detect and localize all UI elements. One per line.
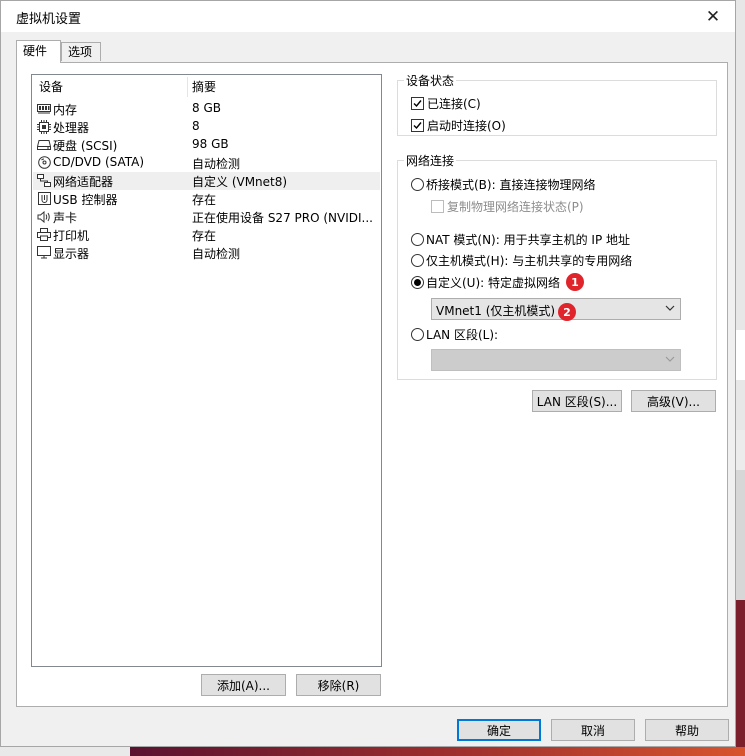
add-device-button[interactable]: 添加(A)...	[201, 674, 286, 696]
device-name: 内存	[53, 103, 78, 117]
device-name: USB 控制器	[53, 193, 118, 207]
device-summary: 自定义 (VMnet8)	[192, 175, 288, 189]
ok-button[interactable]: 确定	[457, 719, 541, 741]
annotation-badge-2: 2	[558, 303, 576, 321]
replicate-state-label: 复制物理网络连接状态(P)	[447, 199, 584, 214]
device-list[interactable]: 设备 摘要 内存 8 GB 处理器 8 硬盘 (SCSI) 98 GB CD/D…	[31, 74, 382, 667]
annotation-badge-1: 1	[566, 273, 584, 291]
lan-segment-label: LAN 区段(L):	[426, 327, 499, 342]
network-adapter-icon	[37, 174, 51, 187]
lan-segments-button[interactable]: LAN 区段(S)...	[532, 390, 622, 412]
display-icon	[37, 246, 51, 259]
device-name: 打印机	[53, 229, 90, 243]
tab-options-label: 选项	[68, 45, 93, 59]
processor-icon	[37, 119, 51, 134]
chevron-down-icon	[665, 302, 675, 317]
device-row-memory[interactable]: 内存 8 GB	[33, 100, 380, 118]
checkbox-box	[431, 199, 444, 213]
advanced-button[interactable]: 高级(V)...	[631, 390, 716, 412]
column-divider	[187, 77, 188, 97]
connect-at-power-on-label: 启动时连接(O)	[427, 118, 506, 133]
desktop-background-bottom	[130, 747, 745, 756]
radio-circle[interactable]	[411, 253, 424, 267]
bridged-radio[interactable]: 桥接模式(B): 直接连接物理网络	[411, 176, 595, 192]
device-summary: 存在	[192, 193, 217, 207]
radio-circle[interactable]	[411, 327, 424, 341]
radio-circle[interactable]	[411, 177, 424, 191]
printer-icon	[37, 228, 51, 241]
lan-segment-select	[431, 349, 681, 371]
tab-hardware-label: 硬件	[23, 44, 48, 58]
device-summary: 存在	[192, 229, 217, 243]
device-summary: 自动检测	[192, 157, 241, 171]
radio-circle[interactable]	[411, 275, 424, 289]
sound-icon	[37, 210, 51, 223]
lan-segment-radio[interactable]: LAN 区段(L):	[411, 326, 498, 342]
close-icon: ✕	[705, 6, 721, 27]
custom-radio[interactable]: 自定义(U): 特定虚拟网络	[411, 274, 560, 290]
connected-label: 已连接(C)	[427, 96, 481, 111]
hardware-tab-panel: 设备 摘要 内存 8 GB 处理器 8 硬盘 (SCSI) 98 GB CD/D…	[16, 62, 728, 707]
nat-radio[interactable]: NAT 模式(N): 用于共享主机的 IP 地址	[411, 231, 630, 247]
memory-icon	[37, 102, 51, 115]
device-row-hard-disk[interactable]: 硬盘 (SCSI) 98 GB	[33, 136, 380, 154]
column-header-device[interactable]: 设备	[39, 75, 63, 97]
network-connection-group: 网络连接 桥接模式(B): 直接连接物理网络 复制物理网络连接状态(P) NAT…	[397, 152, 717, 380]
device-status-title: 设备状态	[404, 72, 457, 89]
device-row-processor[interactable]: 处理器 8	[33, 118, 380, 136]
usb-icon	[37, 192, 51, 205]
checkbox-box[interactable]	[411, 118, 424, 132]
cancel-button[interactable]: 取消	[551, 719, 635, 741]
connect-at-power-on-checkbox[interactable]: 启动时连接(O)	[411, 117, 506, 133]
column-header-summary[interactable]: 摘要	[192, 75, 216, 97]
desktop-background-right	[736, 0, 745, 756]
device-name: 声卡	[53, 211, 78, 225]
nat-label: NAT 模式(N): 用于共享主机的 IP 地址	[426, 232, 631, 247]
custom-network-select[interactable]: VMnet1 (仅主机模式)	[431, 298, 681, 320]
vm-settings-dialog: 虚拟机设置 ✕ 硬件 选项 设备 摘要 内存 8 GB 处理器 8 硬盘 (SC…	[0, 0, 736, 747]
device-summary: 自动检测	[192, 247, 241, 261]
tab-options[interactable]: 选项	[61, 42, 101, 61]
host-only-label: 仅主机模式(H): 与主机共享的专用网络	[426, 253, 633, 268]
device-name: CD/DVD (SATA)	[53, 155, 145, 169]
custom-network-value: VMnet1 (仅主机模式)	[436, 304, 556, 318]
device-row-sound-card[interactable]: 声卡 正在使用设备 S27 PRO (NVIDI...	[33, 208, 380, 226]
device-summary: 8 GB	[192, 101, 221, 115]
device-row-network-adapter[interactable]: 网络适配器 自定义 (VMnet8)	[33, 172, 380, 190]
check-icon	[413, 99, 422, 107]
device-name: 显示器	[53, 247, 90, 261]
chevron-down-icon	[665, 353, 675, 368]
network-connection-title: 网络连接	[404, 152, 457, 169]
help-button[interactable]: 帮助	[645, 719, 729, 741]
device-summary: 8	[192, 119, 200, 133]
tab-hardware[interactable]: 硬件	[16, 40, 61, 63]
hard-disk-icon	[37, 138, 51, 151]
device-name: 硬盘 (SCSI)	[53, 139, 118, 153]
replicate-state-checkbox: 复制物理网络连接状态(P)	[431, 198, 584, 214]
window-title: 虚拟机设置	[16, 12, 82, 27]
device-summary: 98 GB	[192, 137, 229, 151]
device-row-display[interactable]: 显示器 自动检测	[33, 244, 380, 262]
device-name: 处理器	[53, 121, 90, 135]
host-only-radio[interactable]: 仅主机模式(H): 与主机共享的专用网络	[411, 252, 632, 268]
device-status-group: 设备状态 已连接(C) 启动时连接(O)	[397, 72, 717, 136]
radio-selected-dot	[414, 278, 421, 286]
checkbox-box[interactable]	[411, 96, 424, 110]
device-row-printer[interactable]: 打印机 存在	[33, 226, 380, 244]
title-bar: 虚拟机设置 ✕	[1, 1, 735, 32]
radio-circle[interactable]	[411, 232, 424, 246]
bridged-label: 桥接模式(B): 直接连接物理网络	[426, 177, 596, 192]
device-name: 网络适配器	[53, 175, 114, 189]
close-button[interactable]: ✕	[691, 1, 735, 32]
device-summary: 正在使用设备 S27 PRO (NVIDI...	[192, 211, 373, 225]
custom-label: 自定义(U): 特定虚拟网络	[426, 275, 561, 290]
check-icon	[413, 121, 422, 129]
connected-checkbox[interactable]: 已连接(C)	[411, 95, 481, 111]
device-row-cd-dvd[interactable]: CD/DVD (SATA) 自动检测	[33, 154, 380, 172]
remove-device-button[interactable]: 移除(R)	[296, 674, 381, 696]
device-row-usb-controller[interactable]: USB 控制器 存在	[33, 190, 380, 208]
cd-dvd-icon	[37, 156, 51, 169]
